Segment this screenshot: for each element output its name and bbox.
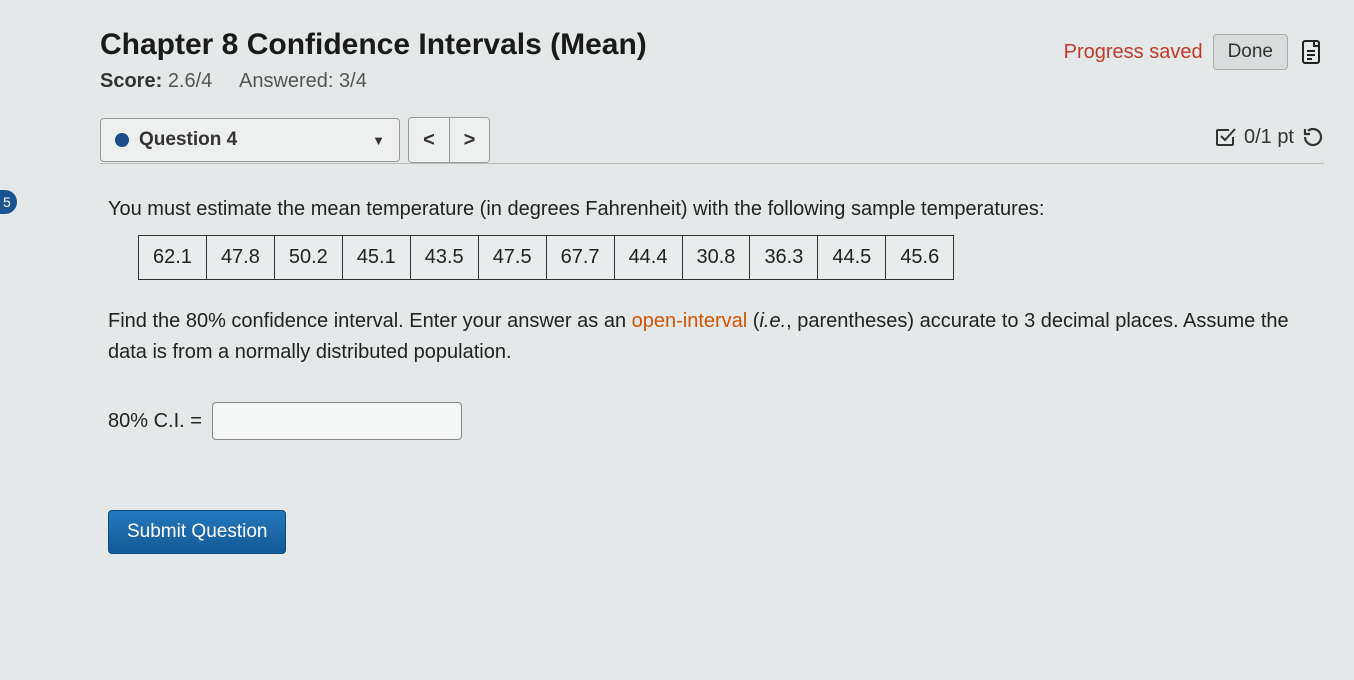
page-title: Chapter 8 Confidence Intervals (Mean)	[100, 28, 647, 62]
data-cell: 62.1	[139, 236, 207, 280]
data-cell: 36.3	[750, 236, 818, 280]
prev-question-button[interactable]: <	[409, 118, 449, 162]
page-container: Chapter 8 Confidence Intervals (Mean) Sc…	[0, 0, 1354, 584]
points-value: 0/1 pt	[1244, 126, 1294, 149]
done-button[interactable]: Done	[1213, 34, 1288, 70]
retry-icon[interactable]	[1302, 126, 1324, 148]
data-cell: 47.8	[206, 236, 274, 280]
header-left: Chapter 8 Confidence Intervals (Mean) Sc…	[100, 28, 647, 93]
question-label: Question 4	[139, 129, 237, 151]
data-cell: 50.2	[274, 236, 342, 280]
data-cell: 30.8	[682, 236, 750, 280]
answer-label: 80% C.I. =	[108, 406, 202, 437]
answer-row: 80% C.I. =	[108, 402, 1316, 440]
answer-input[interactable]	[212, 402, 462, 440]
next-question-button[interactable]: >	[449, 118, 489, 162]
data-cell: 44.4	[614, 236, 682, 280]
answered-value: 3/4	[339, 70, 367, 92]
open-interval-term: open-interval	[632, 310, 748, 332]
question-bar: Question 4 ▼ < > 0/1 pt	[100, 117, 1324, 164]
chevron-down-icon: ▼	[372, 133, 385, 148]
question-content: You must estimate the mean temperature (…	[100, 164, 1324, 554]
header: Chapter 8 Confidence Intervals (Mean) Sc…	[100, 28, 1324, 93]
sample-data-table: 62.147.850.245.143.547.567.744.430.836.3…	[138, 235, 954, 280]
checkbox-icon	[1214, 126, 1236, 148]
question-nav: < >	[408, 117, 490, 163]
score-line: Score: 2.6/4 Answered: 3/4	[100, 70, 647, 93]
print-icon[interactable]	[1298, 38, 1324, 66]
progress-saved-text: Progress saved	[1064, 41, 1203, 64]
question-bar-left: Question 4 ▼ < >	[100, 117, 490, 163]
submit-question-button[interactable]: Submit Question	[108, 510, 286, 554]
data-cell: 67.7	[546, 236, 614, 280]
data-cell: 45.1	[342, 236, 410, 280]
instr-post-a: (	[747, 310, 759, 332]
instructions: Find the 80% confidence interval. Enter …	[108, 306, 1316, 368]
table-row: 62.147.850.245.143.547.567.744.430.836.3…	[139, 236, 954, 280]
data-cell: 43.5	[410, 236, 478, 280]
header-right: Progress saved Done	[1064, 34, 1324, 70]
instr-pre: Find the 80% confidence interval. Enter …	[108, 310, 632, 332]
data-cell: 47.5	[478, 236, 546, 280]
question-selector[interactable]: Question 4 ▼	[100, 118, 400, 162]
answered-label: Answered:	[239, 70, 334, 92]
instr-ie: i.e.	[759, 310, 786, 332]
status-dot-icon	[115, 133, 129, 147]
score-label: Score:	[100, 70, 162, 92]
data-cell: 44.5	[818, 236, 886, 280]
question-bar-right: 0/1 pt	[1214, 126, 1324, 155]
data-cell: 45.6	[886, 236, 954, 280]
score-value: 2.6/4	[168, 70, 212, 92]
prompt-text: You must estimate the mean temperature (…	[108, 194, 1316, 225]
